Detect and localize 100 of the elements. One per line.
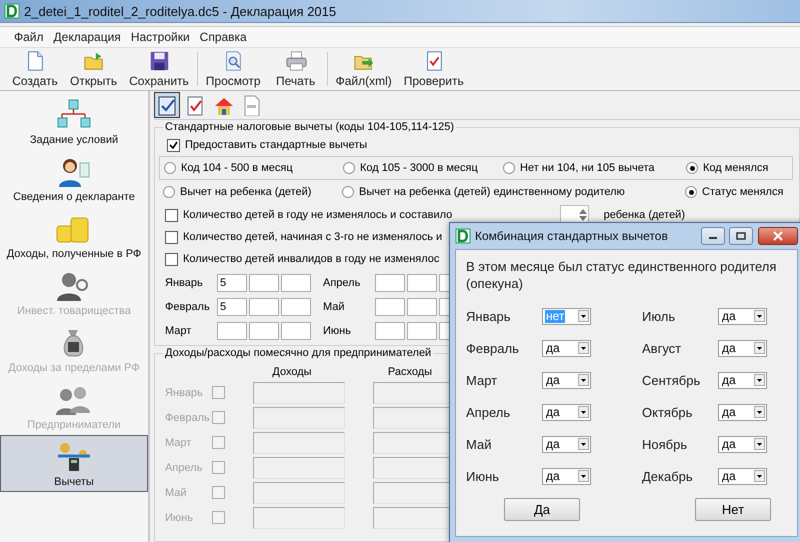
input-field[interactable] xyxy=(249,274,279,292)
app-logo-icon xyxy=(4,3,20,19)
input-field[interactable]: 5 xyxy=(217,274,247,292)
checkbox[interactable] xyxy=(165,208,178,222)
month-label: Май xyxy=(466,436,492,452)
month-label: Март xyxy=(466,372,498,388)
month-label: Январь xyxy=(165,277,204,289)
month-label: Сентябрь xyxy=(642,372,702,388)
month-label: Май xyxy=(323,301,346,313)
window-title: 2_detei_1_roditel_2_roditelya.dc5 - Декларация 2015 xyxy=(24,4,336,18)
dropdown[interactable]: да xyxy=(542,436,591,452)
radio-label: Код 104 - 500 в месяц xyxy=(181,162,293,174)
month-label: Октябрь xyxy=(642,404,694,420)
radio-label: Статус менялся xyxy=(702,186,784,198)
checkbox[interactable] xyxy=(167,138,180,152)
radio-button[interactable] xyxy=(342,186,354,198)
input-field[interactable] xyxy=(407,322,437,340)
toolbar-button[interactable]: Создать xyxy=(6,48,64,90)
radio-button[interactable] xyxy=(685,186,697,198)
dialog-button[interactable]: Да xyxy=(504,498,580,521)
month-label: Апрель xyxy=(466,404,512,420)
dropdown[interactable]: да xyxy=(718,404,767,420)
toolbar-button[interactable]: Печать xyxy=(266,48,325,90)
close-button[interactable] xyxy=(758,227,798,245)
radio-button[interactable] xyxy=(686,162,698,174)
input-field[interactable] xyxy=(281,322,311,340)
month-label: Апрель xyxy=(323,277,362,289)
input-field[interactable] xyxy=(407,274,437,292)
month-label: Март xyxy=(165,325,192,337)
menu-item[interactable]: Настройки xyxy=(130,30,190,44)
month-label: Февраль xyxy=(466,340,520,356)
radio-label: Вычет на ребенка (детей) единственному родителю xyxy=(359,186,625,198)
input-field[interactable]: 5 xyxy=(217,298,247,316)
dialog-prompt: В этом месяце был статус единственного родителя (опекуна) xyxy=(466,258,778,292)
check-mark-icon xyxy=(169,140,178,150)
checkbox[interactable] xyxy=(165,252,178,266)
dropdown[interactable]: да xyxy=(718,308,767,324)
month-label: Май xyxy=(165,486,188,498)
checkbox-label: Количество детей в году не изменялось и составило xyxy=(183,209,452,221)
dropdown[interactable]: да xyxy=(718,372,767,388)
dropdown[interactable]: да xyxy=(718,468,767,484)
sidebar-item[interactable]: Задание условий xyxy=(0,93,148,150)
radio-button[interactable] xyxy=(503,162,515,174)
spin-arrows-icon xyxy=(578,209,587,221)
month-label: Июнь xyxy=(466,468,500,484)
maximize-icon xyxy=(736,232,746,240)
minimize-button[interactable] xyxy=(701,227,725,245)
checkbox[interactable] xyxy=(165,230,178,244)
input-field[interactable] xyxy=(375,274,405,292)
dropdown[interactable]: да xyxy=(718,340,767,356)
dropdown[interactable]: да xyxy=(542,404,591,420)
month-label: Август xyxy=(642,340,682,356)
input-field[interactable] xyxy=(281,298,311,316)
dropdown[interactable]: да xyxy=(542,372,591,388)
input-field[interactable] xyxy=(375,298,405,316)
group-title: Доходы/расходы помесячно для предпринимателей xyxy=(163,347,434,359)
input-field[interactable] xyxy=(375,322,405,340)
column-header: Расходы xyxy=(386,366,434,378)
input-field[interactable] xyxy=(217,322,247,340)
page-tab[interactable] xyxy=(154,92,180,118)
dropdown[interactable]: да xyxy=(718,436,767,452)
dropdown[interactable]: да xyxy=(542,340,591,356)
toolbar-button[interactable]: Сохранить xyxy=(123,48,195,90)
sidebar-item[interactable]: Доходы, полученные в РФ xyxy=(0,207,148,264)
toolbar-button[interactable]: Проверить xyxy=(398,48,470,90)
month-label: Апрель xyxy=(165,462,204,474)
input-field[interactable] xyxy=(249,322,279,340)
toolbar-button[interactable]: Просмотр xyxy=(200,48,267,90)
month-label: Февраль xyxy=(165,412,211,424)
dialog-button[interactable]: Нет xyxy=(695,498,771,521)
menu-item[interactable]: Декларация xyxy=(54,30,121,44)
month-label: Июль xyxy=(642,308,676,324)
month-label: Март xyxy=(165,436,192,448)
input-field[interactable] xyxy=(407,298,437,316)
toolbar-button[interactable]: Открыть xyxy=(64,48,124,90)
sidebar-item[interactable]: Сведения о декларанте xyxy=(0,150,148,207)
month-label: Декабрь xyxy=(642,468,694,484)
input-field[interactable] xyxy=(281,274,311,292)
maximize-button[interactable] xyxy=(729,227,753,245)
radio-button[interactable] xyxy=(163,186,175,198)
column-header: Доходы xyxy=(271,366,313,378)
app-logo-icon xyxy=(455,228,471,244)
spin-label: ребенка (детей) xyxy=(604,209,685,221)
month-label: Июнь xyxy=(323,325,352,337)
input-field[interactable] xyxy=(249,298,279,316)
radio-label: Вычет на ребенка (детей) xyxy=(180,186,312,198)
radio-button[interactable] xyxy=(164,162,176,174)
checkbox-label: Количество детей, начиная с 3-го не изменялось и xyxy=(183,231,442,243)
month-label: Февраль xyxy=(165,301,211,313)
toolbar-button[interactable]: Файл(xml) xyxy=(330,48,398,90)
menu-item[interactable]: Файл xyxy=(14,30,44,44)
dropdown[interactable]: да xyxy=(542,468,591,484)
radio-label: Код 105 - 3000 в месяц xyxy=(360,162,478,174)
radio-button[interactable] xyxy=(343,162,355,174)
radio-label: Код менялся xyxy=(703,162,768,174)
menu-item[interactable]: Справка xyxy=(200,30,247,44)
checkbox-label: Предоставить стандартные вычеты xyxy=(185,139,368,151)
sidebar-item[interactable]: Вычеты xyxy=(0,435,148,492)
month-label: Ноябрь xyxy=(642,436,688,452)
month-label: Январь xyxy=(466,308,512,324)
